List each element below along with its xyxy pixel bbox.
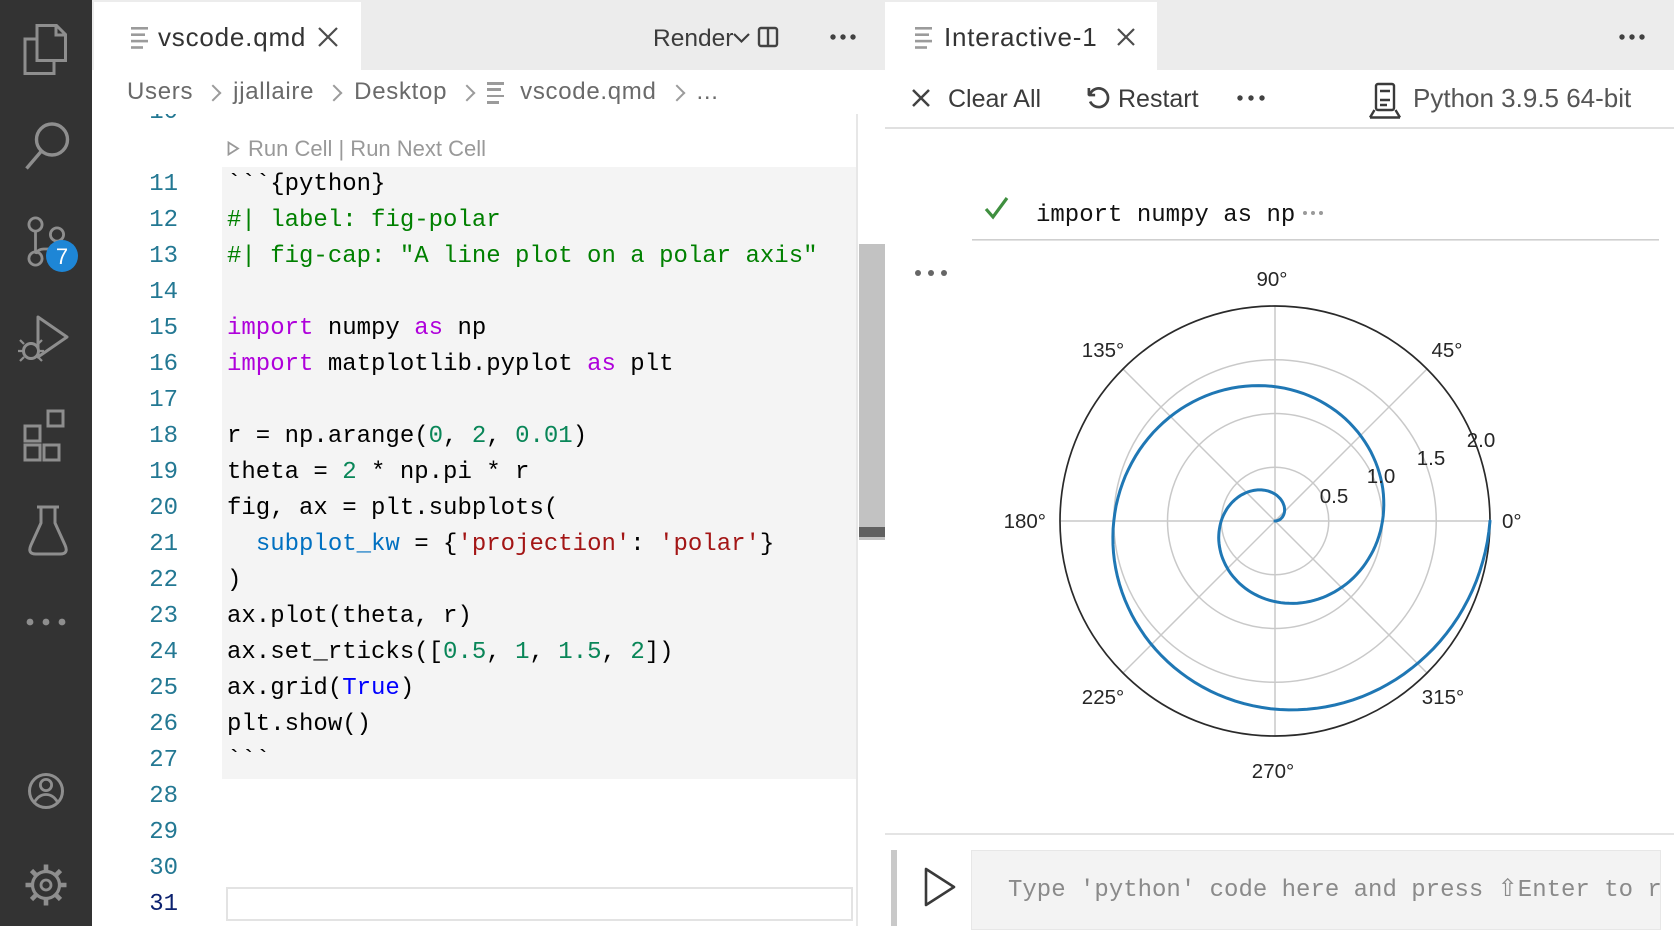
svg-text:Clear All: Clear All [948,85,1041,113]
svg-text:Restart: Restart [1118,85,1199,113]
svg-text:import numpy as np: import numpy as np [1036,202,1295,229]
svg-text:0.5: 0.5 [1320,485,1349,508]
svg-text:2.0: 2.0 [1467,429,1496,452]
svg-text:1.0: 1.0 [1367,465,1396,488]
svg-text:1.5: 1.5 [1417,447,1446,470]
svg-text:Interactive-1: Interactive-1 [944,22,1097,52]
svg-text:7: 7 [56,244,68,269]
svg-text:315°: 315° [1422,686,1464,709]
svg-text:135°: 135° [1082,339,1124,362]
svg-text:180°: 180° [1004,510,1046,533]
svg-text:45°: 45° [1431,339,1462,362]
svg-text:vscode.qmd: vscode.qmd [158,22,306,52]
svg-text:Python 3.9.5 64-bit: Python 3.9.5 64-bit [1413,83,1632,113]
svg-text:225°: 225° [1082,686,1124,709]
svg-text:Render: Render [653,25,733,52]
svg-text:0°: 0° [1502,510,1522,533]
svg-text:90°: 90° [1256,268,1287,291]
svg-text:270°: 270° [1252,760,1294,783]
